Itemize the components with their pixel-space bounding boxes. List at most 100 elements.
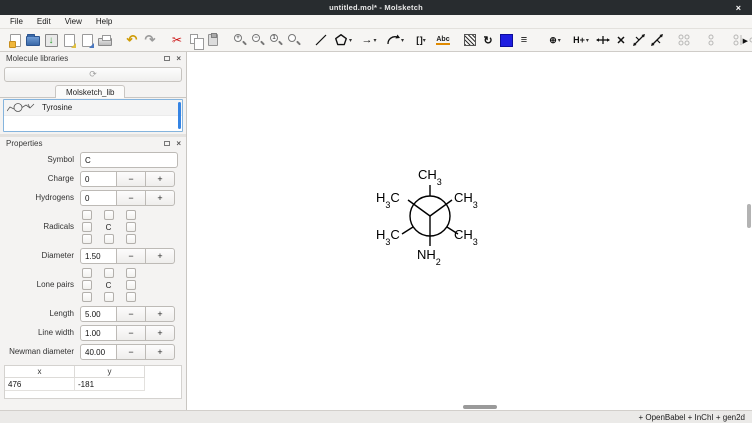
open-file-icon[interactable] bbox=[24, 31, 42, 49]
ring-tool-icon[interactable]: ▾ bbox=[330, 31, 356, 49]
length-plus-button[interactable]: + bbox=[145, 306, 175, 322]
lone-pair-checkbox[interactable] bbox=[104, 268, 114, 278]
line-width-minus-button[interactable]: − bbox=[116, 325, 146, 341]
bracket-tool-icon[interactable]: [ ] ▾ bbox=[408, 31, 434, 49]
new-file-icon[interactable] bbox=[6, 31, 24, 49]
charge-value[interactable]: 0 bbox=[80, 171, 117, 187]
menu-edit[interactable]: Edit bbox=[30, 15, 58, 28]
diameter-minus-button[interactable]: − bbox=[116, 248, 146, 264]
delete-tool-icon[interactable]: ✕ bbox=[612, 31, 630, 49]
zoom-original-icon[interactable]: 1 bbox=[267, 31, 285, 49]
x-cell[interactable]: 476 bbox=[5, 378, 75, 391]
lone-pair-checkbox[interactable] bbox=[82, 280, 92, 290]
charge-minus-button[interactable]: − bbox=[116, 171, 146, 187]
rotate-tool-icon[interactable]: ↻ bbox=[479, 31, 497, 49]
atom-label-lower-right[interactable]: CH3 bbox=[454, 227, 478, 245]
length-value[interactable]: 5.00 bbox=[80, 306, 117, 322]
lone-pair-checkbox[interactable] bbox=[126, 280, 136, 290]
window-close-icon[interactable]: × bbox=[736, 0, 741, 15]
library-refresh-button[interactable]: ⟳ bbox=[4, 67, 182, 82]
atom-label-upper-left[interactable]: H3C bbox=[376, 190, 400, 208]
panel-close-icon[interactable]: × bbox=[176, 54, 181, 63]
panel-float-icon[interactable] bbox=[164, 56, 170, 61]
cut-icon[interactable]: ✂ bbox=[168, 31, 186, 49]
lone-pair-checkbox[interactable] bbox=[126, 292, 136, 302]
radical-checkbox[interactable] bbox=[104, 234, 114, 244]
line-width-plus-button[interactable]: + bbox=[145, 325, 175, 341]
symbol-field[interactable] bbox=[80, 152, 178, 168]
lone-pair-checkbox[interactable] bbox=[82, 292, 92, 302]
hydrogen-tool-icon[interactable]: H+ ▾ bbox=[568, 31, 594, 49]
reaction-arrow-icon[interactable]: → ▾ bbox=[356, 31, 382, 49]
hydrogens-plus-button[interactable]: + bbox=[145, 190, 175, 206]
export-icon[interactable] bbox=[78, 31, 96, 49]
menu-file[interactable]: File bbox=[3, 15, 30, 28]
charge-plus-button[interactable]: + bbox=[145, 171, 175, 187]
newman-diameter-minus-button[interactable]: − bbox=[116, 344, 146, 360]
radical-checkbox[interactable] bbox=[126, 222, 136, 232]
copy-icon[interactable] bbox=[186, 31, 204, 49]
newman-projection-molecule[interactable]: CH3 H3C CH3 H3C CH3 NH2 bbox=[361, 162, 501, 277]
zoom-fit-icon[interactable] bbox=[285, 31, 303, 49]
bond-width-icon[interactable]: ≡ bbox=[515, 31, 533, 49]
draw-bond-icon[interactable] bbox=[312, 31, 330, 49]
save-icon[interactable]: ↓ bbox=[42, 31, 60, 49]
redo-icon[interactable]: ↷ bbox=[141, 31, 159, 49]
atom-label-lower-left[interactable]: H3C bbox=[376, 227, 400, 245]
radical-checkbox[interactable] bbox=[82, 234, 92, 244]
list-scrollbar[interactable] bbox=[178, 102, 181, 129]
radical-checkbox[interactable] bbox=[82, 222, 92, 232]
align-middle-icon[interactable] bbox=[702, 31, 720, 49]
column-header-y[interactable]: y bbox=[75, 366, 145, 378]
line-width-value[interactable]: 1.00 bbox=[80, 325, 117, 341]
flip-vertical-icon[interactable] bbox=[648, 31, 666, 49]
list-item[interactable]: Tyrosine bbox=[4, 100, 182, 116]
align-bottom-icon[interactable] bbox=[675, 31, 693, 49]
status-text: + OpenBabel + InChI + gen2d bbox=[638, 413, 745, 422]
radical-checkbox[interactable] bbox=[126, 210, 136, 220]
toolbar-overflow-icon[interactable]: ▶ bbox=[743, 29, 748, 52]
zoom-in-icon[interactable]: + bbox=[231, 31, 249, 49]
atom-label-top[interactable]: CH3 bbox=[418, 167, 442, 185]
mechanism-arrow-icon[interactable]: ▾ bbox=[382, 31, 408, 49]
print-icon[interactable] bbox=[96, 31, 114, 49]
horizontal-scrollbar[interactable] bbox=[463, 405, 497, 409]
color-swatch[interactable] bbox=[497, 31, 515, 49]
paste-icon[interactable] bbox=[204, 31, 222, 49]
hydrogens-value[interactable]: 0 bbox=[80, 190, 117, 206]
save-as-icon[interactable] bbox=[60, 31, 78, 49]
text-tool-icon[interactable]: Abc bbox=[434, 31, 452, 49]
zoom-out-icon[interactable]: − bbox=[249, 31, 267, 49]
y-cell[interactable]: -181 bbox=[75, 378, 145, 391]
molecule-thumbnail bbox=[7, 101, 37, 114]
lone-pair-checkbox[interactable] bbox=[126, 268, 136, 278]
lone-pair-checkbox[interactable] bbox=[82, 268, 92, 278]
newman-diameter-value[interactable]: 40.00 bbox=[80, 344, 117, 360]
menu-help[interactable]: Help bbox=[89, 15, 119, 28]
vertical-scrollbar[interactable] bbox=[747, 204, 751, 228]
diameter-plus-button[interactable]: + bbox=[145, 248, 175, 264]
tab-molsketch-lib[interactable]: Molsketch_lib bbox=[55, 85, 125, 98]
newman-diameter-plus-button[interactable]: + bbox=[145, 344, 175, 360]
lone-pair-checkbox[interactable] bbox=[104, 292, 114, 302]
panel-float-icon[interactable] bbox=[164, 141, 170, 146]
atom-label-upper-right[interactable]: CH3 bbox=[454, 190, 478, 208]
chevron-down-icon: ▾ bbox=[586, 37, 589, 44]
flip-horizontal-icon[interactable] bbox=[630, 31, 648, 49]
panel-close-icon[interactable]: × bbox=[176, 139, 181, 148]
column-header-x[interactable]: x bbox=[5, 366, 75, 378]
undo-icon[interactable]: ↶ bbox=[123, 31, 141, 49]
charge-toggle-icon[interactable] bbox=[594, 31, 612, 49]
hatch-tool-icon[interactable] bbox=[461, 31, 479, 49]
atom-label-bottom[interactable]: NH2 bbox=[417, 247, 441, 265]
diameter-value[interactable]: 1.50 bbox=[80, 248, 117, 264]
charge-tool-icon[interactable]: ⊕ ▾ bbox=[542, 31, 568, 49]
drawing-canvas[interactable]: CH3 H3C CH3 H3C CH3 NH2 bbox=[188, 52, 752, 410]
length-minus-button[interactable]: − bbox=[116, 306, 146, 322]
hydrogens-minus-button[interactable]: − bbox=[116, 190, 146, 206]
menu-view[interactable]: View bbox=[58, 15, 89, 28]
radical-checkbox[interactable] bbox=[104, 210, 114, 220]
radicals-label: Radicals bbox=[0, 222, 80, 231]
radical-checkbox[interactable] bbox=[82, 210, 92, 220]
radical-checkbox[interactable] bbox=[126, 234, 136, 244]
